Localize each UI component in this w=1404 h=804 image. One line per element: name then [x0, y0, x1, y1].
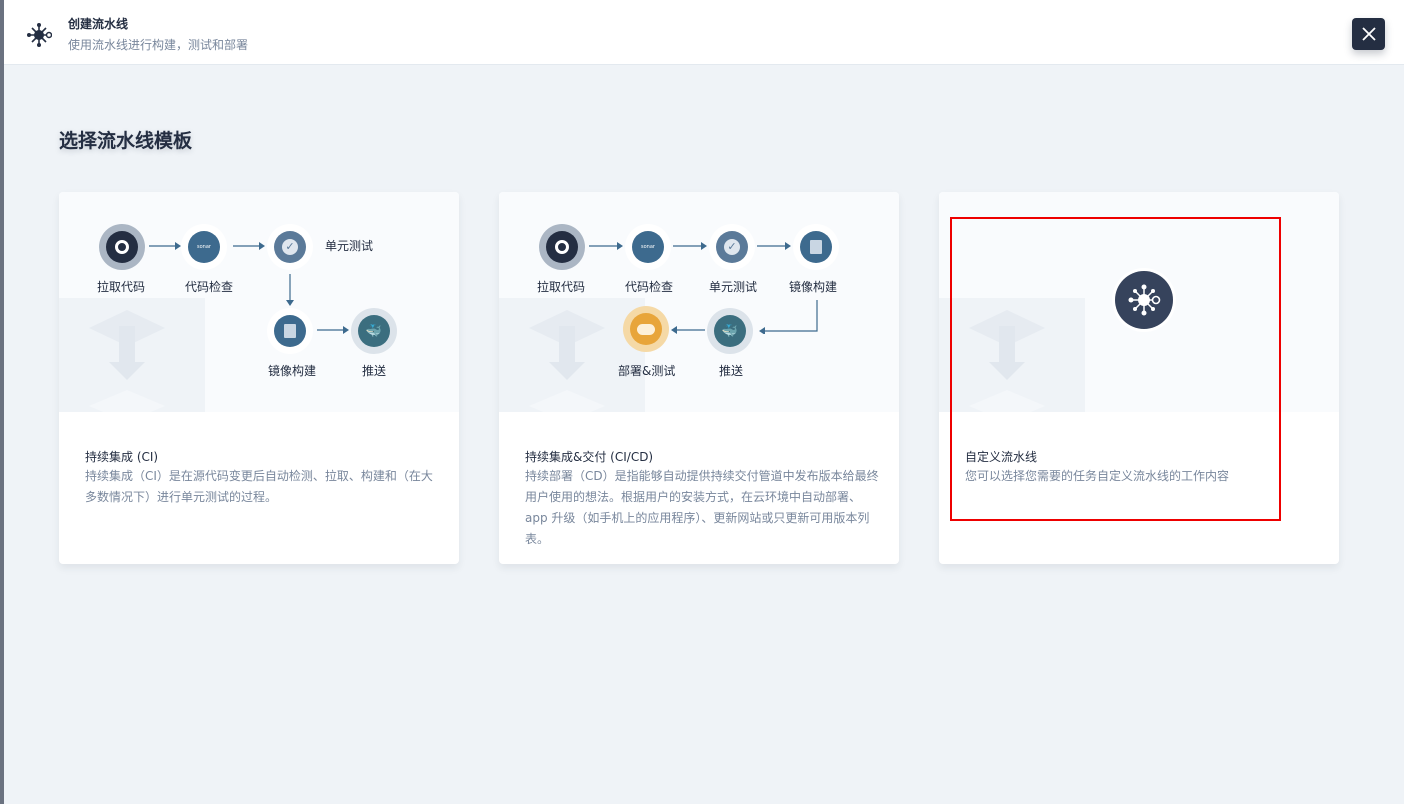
step-node-deploy-test	[623, 306, 669, 352]
step-label: 单元测试	[325, 239, 374, 253]
step-label: 部署&测试	[618, 364, 676, 378]
step-node-push: 🐳	[351, 308, 397, 354]
close-icon	[1361, 27, 1376, 41]
background-decoration	[499, 298, 645, 412]
template-card-cicd[interactable]: sonar ✓ 🐳 拉取代码 代码检查 单元测试 镜像构建 推送 部署&测试 持…	[499, 192, 899, 564]
modal-title: 创建流水线	[68, 17, 129, 31]
check-icon: ✓	[724, 239, 740, 255]
template-card-ci[interactable]: sonar ✓ 🐳 拉取代码 代码检查 单元测试 镜像构建 推送 持续集成 (C…	[59, 192, 459, 564]
docker-icon: 🐳	[721, 323, 739, 339]
card-illustration: sonar ✓ 🐳 拉取代码 代码检查 单元测试 镜像构建 推送	[499, 192, 899, 412]
flow-arrow	[317, 326, 349, 334]
sonarqube-icon: sonar	[197, 244, 211, 250]
docker-icon: 🐳	[365, 323, 383, 339]
close-button[interactable]	[1352, 18, 1385, 50]
step-node-image-build	[793, 224, 839, 270]
card-description: 持续部署（CD）是指能够自动提供持续交付管道中发布版本给最终用户使用的想法。根据…	[525, 469, 879, 546]
step-label: 单元测试	[709, 280, 758, 294]
page-title: 选择流水线模板	[59, 130, 193, 152]
flow-arrow	[233, 242, 265, 250]
pipeline-icon	[26, 22, 53, 48]
step-label: 镜像构建	[268, 364, 317, 378]
flow-arrow	[671, 326, 705, 334]
flow-arrow	[757, 242, 791, 250]
card-description: 持续集成（CI）是在源代码变更后自动检测、拉取、构建和（在大多数情况下）进行单元…	[85, 469, 433, 504]
step-label: 拉取代码	[97, 280, 146, 294]
card-title: 持续集成 (CI)	[85, 450, 159, 464]
cloud-icon	[637, 323, 655, 335]
step-label: 拉取代码	[537, 280, 586, 294]
step-node-pull-code	[99, 224, 145, 270]
step-node-image-build	[267, 308, 313, 354]
flow-arrow	[589, 242, 623, 250]
step-label: 推送	[719, 364, 744, 378]
image-build-icon	[810, 240, 822, 254]
flow-arrow	[759, 300, 818, 334]
modal-header: 创建流水线 使用流水线进行构建，测试和部署	[4, 0, 1404, 65]
image-build-icon	[284, 324, 296, 338]
github-icon	[555, 240, 569, 254]
step-node-pull-code	[539, 224, 585, 270]
step-node-unit-test: ✓	[709, 224, 755, 270]
step-node-code-check: sonar	[181, 224, 227, 270]
check-icon: ✓	[282, 239, 298, 255]
step-node-unit-test: ✓	[267, 224, 313, 270]
sonarqube-icon: sonar	[641, 244, 655, 250]
step-label: 推送	[362, 364, 387, 378]
step-label: 代码检查	[625, 280, 674, 294]
card-illustration: sonar ✓ 🐳 拉取代码 代码检查 单元测试 镜像构建 推送	[59, 192, 459, 412]
github-icon	[115, 240, 129, 254]
step-label: 镜像构建	[789, 280, 838, 294]
card-title: 持续集成&交付 (CI/CD)	[525, 450, 654, 464]
step-node-code-check: sonar	[625, 224, 671, 270]
modal-subtitle: 使用流水线进行构建，测试和部署	[68, 38, 249, 52]
selection-highlight	[950, 217, 1281, 521]
flow-arrow	[286, 274, 294, 306]
step-node-push: 🐳	[707, 308, 753, 354]
background-decoration	[59, 298, 205, 412]
flow-arrow	[149, 242, 181, 250]
step-label: 代码检查	[185, 280, 234, 294]
flow-arrow	[673, 242, 707, 250]
